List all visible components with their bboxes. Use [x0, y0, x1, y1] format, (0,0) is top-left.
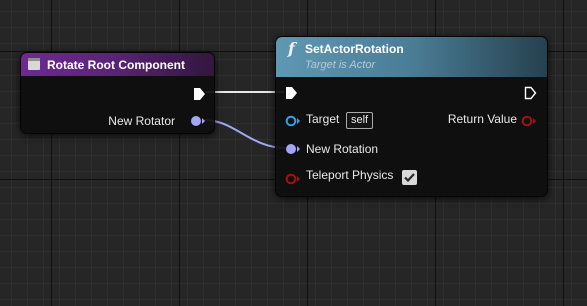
target-pin-icon[interactable]: [285, 115, 301, 127]
new-rotation-label: New Rotation: [306, 142, 379, 156]
teleport-physics-label: Teleport Physics: [306, 168, 394, 182]
new-rotator-pin-icon[interactable]: [190, 115, 206, 127]
target-label: Target: [306, 112, 340, 126]
return-value-pin-icon[interactable]: [521, 115, 537, 127]
rotate-root-component-node[interactable]: Rotate Root Component New Rotator: [20, 52, 215, 134]
exec-output-pin-icon[interactable]: [193, 87, 206, 101]
target-default-value[interactable]: self: [346, 112, 374, 129]
node-header[interactable]: Rotate Root Component: [21, 53, 214, 76]
node-header[interactable]: f SetActorRotation Target is Actor: [276, 37, 547, 77]
new-rotation-pin-icon[interactable]: [285, 143, 301, 155]
rotator-wire[interactable]: [203, 119, 287, 149]
node-title: Rotate Root Component: [47, 58, 185, 72]
teleport-physics-checkbox[interactable]: [402, 170, 417, 185]
node-title: SetActorRotation: [305, 42, 404, 56]
exec-input-pin-icon[interactable]: [285, 86, 298, 100]
exec-output-pin-icon[interactable]: [524, 86, 537, 100]
return-value-label: Return Value: [447, 112, 517, 126]
new-rotator-label: New Rotator: [108, 114, 175, 128]
set-actor-rotation-node[interactable]: f SetActorRotation Target is Actor Targe…: [275, 36, 548, 197]
function-icon: f: [288, 39, 295, 58]
node-subtitle: Target is Actor: [305, 59, 376, 71]
checkmark-icon: [404, 173, 415, 183]
component-icon: [28, 58, 40, 70]
teleport-physics-pin-icon[interactable]: [285, 173, 301, 185]
